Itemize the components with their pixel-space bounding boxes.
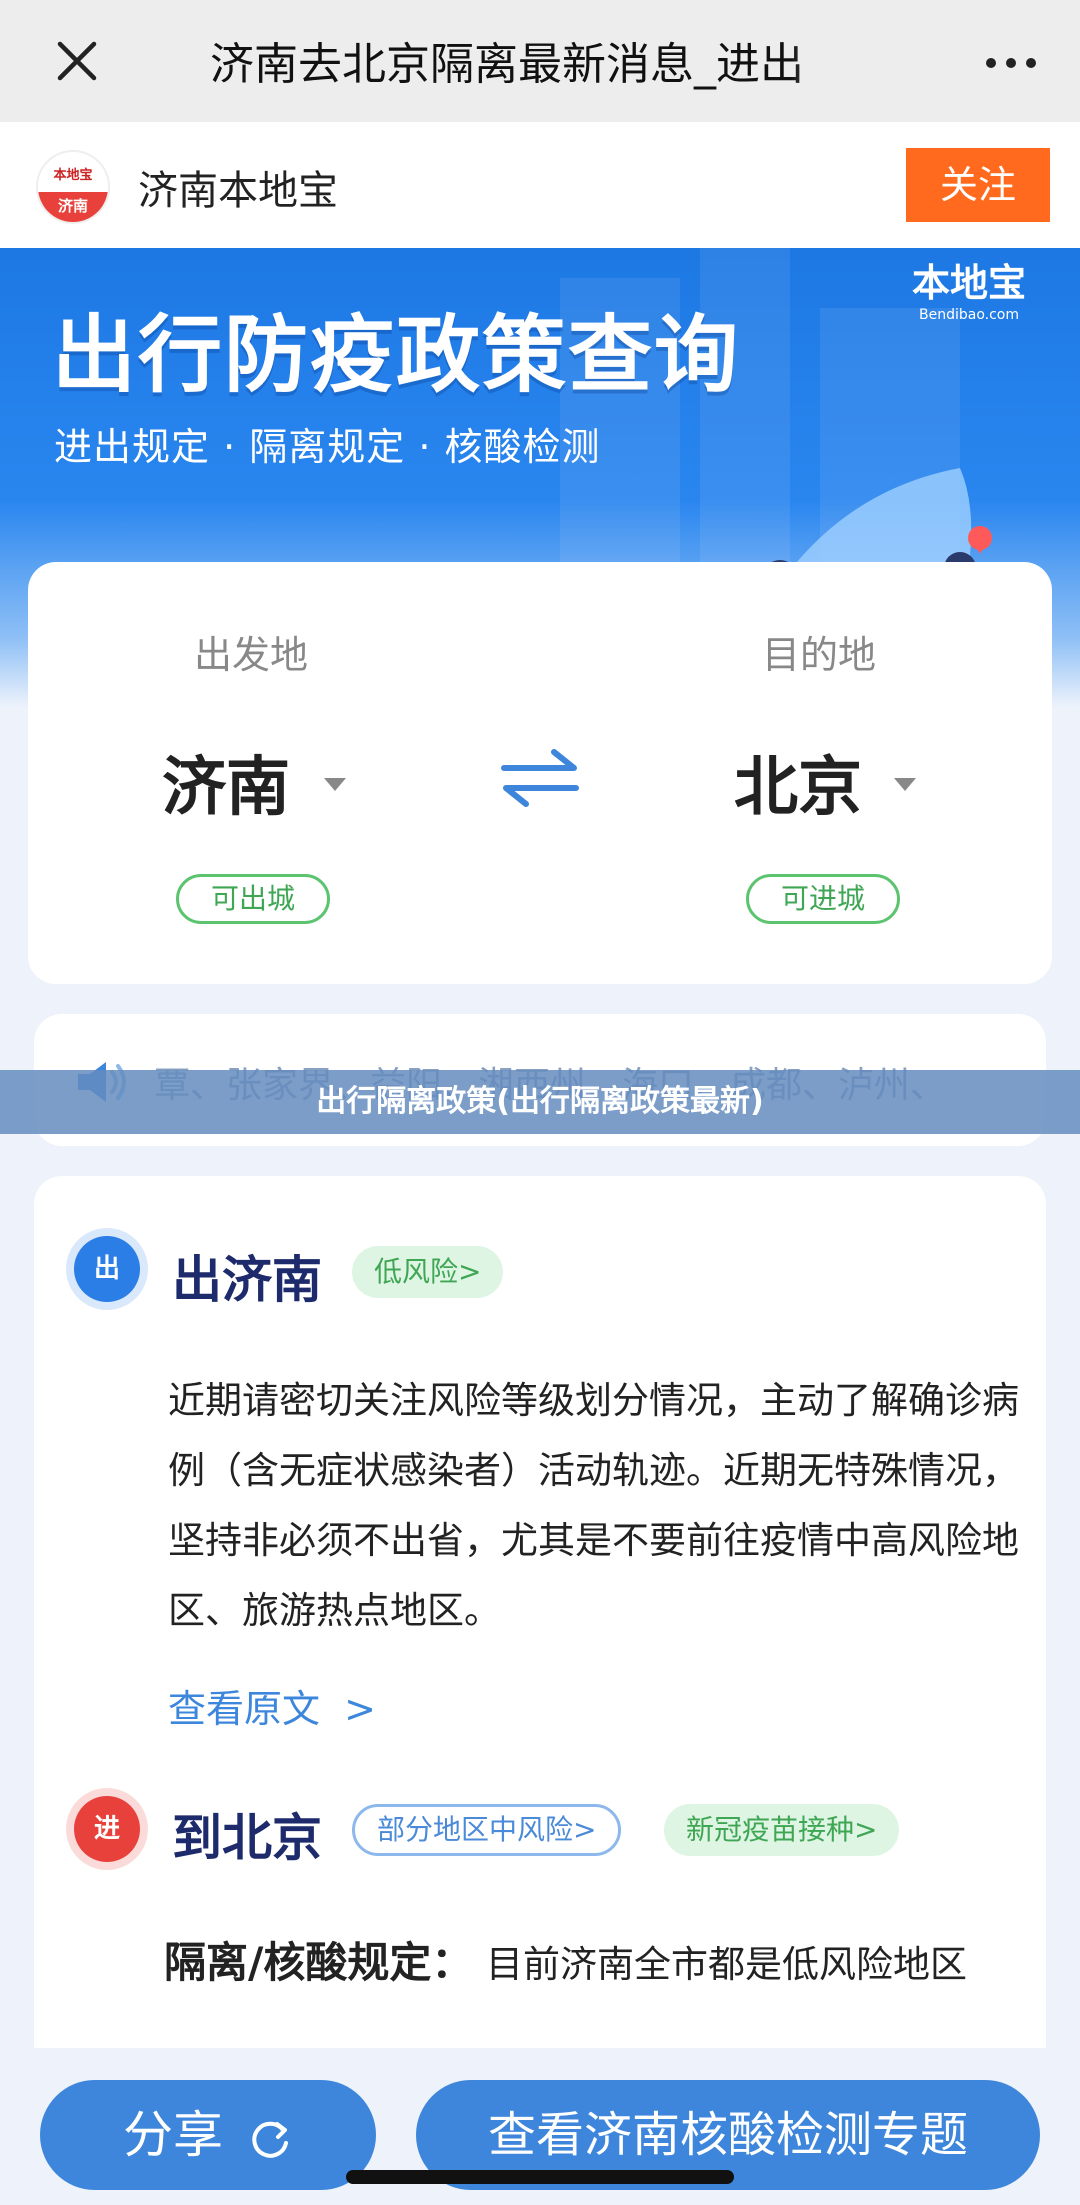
caption-overlay: 出行隔离政策(出行隔离政策最新)	[0, 1070, 1080, 1134]
share-button[interactable]: 分享	[40, 2080, 376, 2190]
brand-name: 本地宝	[911, 261, 1026, 305]
page-title: 济南去北京隔离最新消息_进出	[210, 39, 804, 90]
from-city-select[interactable]: 济南	[162, 736, 290, 828]
out-risk-tag[interactable]: 低风险>	[352, 1246, 504, 1298]
account-name[interactable]: 济南本地宝	[138, 158, 338, 216]
brand-url: Bendibao.com	[918, 307, 1019, 323]
out-policy-text: 近期请密切关注风险等级划分情况，主动了解确诊病例（含无症状感染者）活动轨迹。近期…	[168, 1379, 1019, 1632]
banner-title: 出行防疫政策查询	[52, 306, 741, 404]
share-icon	[252, 2121, 288, 2158]
policy-card: 出 出济南 低风险> 近期请密切关注风险等级划分情况，主动了解确诊病例（含无症状…	[34, 1176, 1046, 2076]
link-label: 查看原文	[168, 1687, 321, 1731]
logo-text: 本地宝	[53, 168, 93, 183]
to-status-badge: 可进城	[746, 874, 900, 924]
follow-button[interactable]: 关注	[906, 148, 1050, 222]
vaccine-tag[interactable]: 新冠疫苗接种>	[664, 1804, 900, 1856]
home-indicator	[346, 2170, 734, 2184]
account-avatar[interactable]: 本地宝 济南	[36, 150, 110, 224]
in-risk-tag[interactable]: 部分地区中风险>	[352, 1804, 622, 1856]
out-badge: 出	[74, 1236, 140, 1302]
in-section-title: 到北京	[172, 1809, 322, 1867]
share-label: 分享	[123, 2106, 224, 2164]
top-nav-bar: 济南去北京隔离最新消息_进出	[0, 0, 1080, 122]
swap-icon[interactable]	[498, 742, 582, 812]
to-label: 目的地	[762, 633, 877, 677]
from-status-badge: 可出城	[176, 874, 330, 924]
view-original-link[interactable]: 查看原文 >	[168, 1678, 376, 1733]
more-icon[interactable]	[986, 58, 1036, 68]
route-selector-card: 出发地 目的地 济南 北京 可出城 可进城	[28, 562, 1052, 984]
out-section-title: 出济南	[172, 1251, 322, 1309]
to-city-select[interactable]: 北京	[734, 736, 862, 828]
banner-subtitle: 进出规定 · 隔离规定 · 核酸检测	[54, 425, 601, 469]
brand-logo: 本地宝 Bendibao.com	[912, 252, 1026, 323]
chevron-right-icon: >	[344, 1687, 376, 1731]
in-badge: 进	[74, 1796, 140, 1862]
chevron-down-icon[interactable]	[894, 778, 916, 791]
account-header: 本地宝 济南 济南本地宝 关注	[0, 122, 1080, 248]
from-label: 出发地	[194, 633, 309, 677]
quarantine-rule-value: 目前济南全市都是低风险地区	[486, 1943, 967, 1986]
chevron-down-icon[interactable]	[324, 778, 346, 791]
close-icon[interactable]	[52, 36, 102, 86]
quarantine-rule-label: 隔离/核酸规定：	[164, 1938, 474, 1987]
logo-city: 济南	[38, 192, 108, 222]
